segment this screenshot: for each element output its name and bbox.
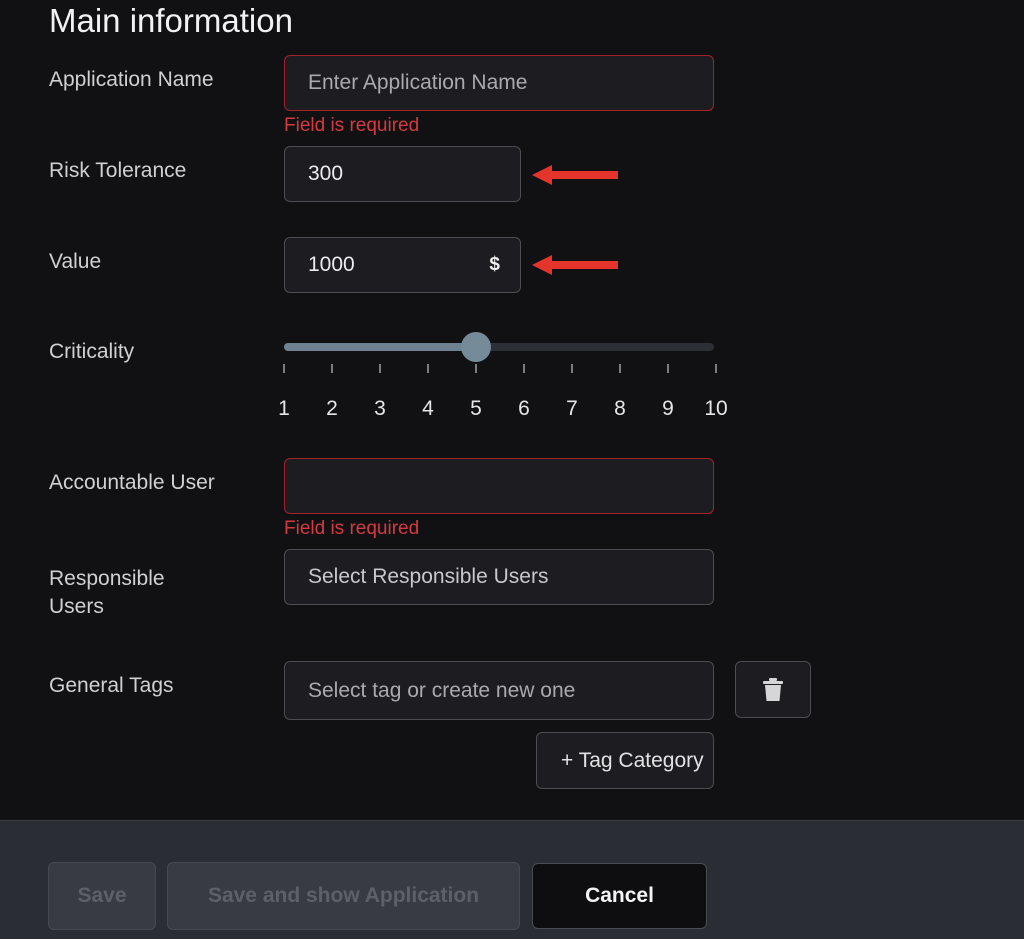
application-name-placeholder: Enter Application Name: [308, 71, 528, 94]
criticality-tick: [619, 364, 621, 373]
accountable-user-label: Accountable User: [49, 471, 215, 494]
accountable-user-input[interactable]: [284, 458, 714, 514]
delete-tags-button[interactable]: [735, 661, 811, 718]
value-input[interactable]: 1000 $: [284, 237, 521, 293]
application-name-input[interactable]: Enter Application Name: [284, 55, 714, 111]
risk-tolerance-value: 300: [308, 162, 344, 185]
criticality-tick-label: 9: [662, 397, 674, 420]
risk-tolerance-input[interactable]: 300: [284, 146, 521, 202]
left-arrow-icon: [532, 165, 618, 185]
criticality-tick: [379, 364, 381, 373]
save-and-show-button[interactable]: Save and show Application: [167, 862, 520, 930]
value-label: Value: [49, 250, 102, 273]
criticality-tick: [571, 364, 573, 373]
criticality-slider-thumb[interactable]: [461, 332, 491, 362]
criticality-tick: [283, 364, 285, 373]
section-title: Main information: [49, 2, 293, 39]
criticality-tick-label: 3: [374, 397, 386, 420]
responsible-users-label-line2: Users: [49, 595, 104, 618]
responsible-users-label-line1: Responsible: [49, 567, 165, 590]
criticality-tick-label: 4: [422, 397, 434, 420]
criticality-tick: [475, 364, 477, 373]
criticality-tick: [331, 364, 333, 373]
form-footer: Save Save and show Application Cancel: [0, 820, 1024, 939]
criticality-tick: [427, 364, 429, 373]
add-tag-category-button[interactable]: + Tag Category: [536, 732, 714, 789]
currency-symbol: $: [489, 254, 500, 275]
criticality-tick-label: 10: [704, 397, 728, 420]
trash-icon: [763, 677, 783, 701]
criticality-tick-label: 7: [566, 397, 578, 420]
criticality-tick-label: 1: [278, 397, 290, 420]
save-button[interactable]: Save: [48, 862, 156, 930]
accountable-user-error: Field is required: [284, 518, 420, 539]
criticality-tick-label: 8: [614, 397, 626, 420]
criticality-tick-label: 5: [470, 397, 482, 420]
criticality-tick: [715, 364, 717, 373]
criticality-label: Criticality: [49, 340, 135, 363]
left-arrow-icon: [532, 255, 618, 275]
responsible-users-label: Responsible Users: [49, 565, 165, 621]
general-tags-label: General Tags: [49, 674, 174, 697]
criticality-slider-track[interactable]: [284, 343, 714, 351]
application-name-error: Field is required: [284, 115, 420, 136]
general-tags-select[interactable]: Select tag or create new one: [284, 661, 714, 720]
criticality-slider-fill: [284, 343, 476, 351]
criticality-tick-label: 6: [518, 397, 530, 420]
criticality-tick: [667, 364, 669, 373]
general-tags-placeholder: Select tag or create new one: [308, 678, 576, 702]
risk-tolerance-label: Risk Tolerance: [49, 159, 187, 182]
criticality-tick: [523, 364, 525, 373]
value-amount: 1000: [308, 253, 355, 276]
application-name-label: Application Name: [49, 68, 214, 91]
responsible-users-select[interactable]: Select Responsible Users: [284, 549, 714, 605]
criticality-tick-label: 2: [326, 397, 338, 420]
cancel-button[interactable]: Cancel: [532, 863, 707, 929]
responsible-users-placeholder: Select Responsible Users: [308, 565, 549, 588]
